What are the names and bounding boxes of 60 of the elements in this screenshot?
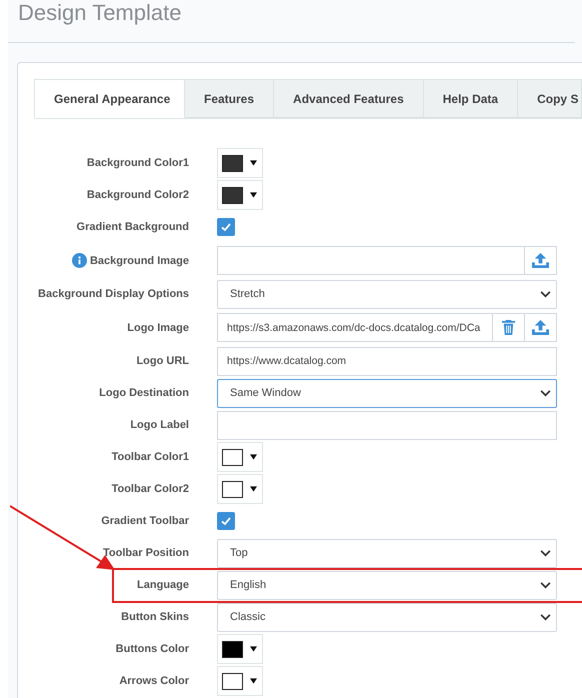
chevron-icon <box>540 290 551 298</box>
color-picker[interactable] <box>217 666 263 696</box>
dropdown[interactable]: Classic <box>217 602 557 632</box>
field-label: Buttons Color <box>116 643 189 655</box>
caret-icon <box>250 646 257 652</box>
trash-icon <box>501 319 516 336</box>
field-label: Logo URL <box>136 355 189 367</box>
field-label: Gradient Toolbar <box>101 515 189 527</box>
upload-icon <box>531 252 550 269</box>
info-icon[interactable] <box>72 253 87 268</box>
dropdown[interactable]: Same Window <box>217 378 557 408</box>
text-field[interactable]: https://www.dcatalog.com <box>217 346 557 376</box>
field-label: Button Skins <box>121 611 189 623</box>
field-label: Gradient Background <box>76 221 189 233</box>
field-label: Toolbar Position <box>103 547 189 559</box>
field-label: Background Display Options <box>38 288 189 300</box>
field-label: Background Color1 <box>86 157 189 169</box>
field-label: Language <box>137 579 189 591</box>
dropdown[interactable]: Top <box>217 538 557 568</box>
field-label: Toolbar Color1 <box>112 451 189 463</box>
check-icon <box>220 515 232 527</box>
text-field[interactable] <box>217 246 525 275</box>
upload-icon <box>531 319 550 336</box>
caret-icon <box>250 192 257 198</box>
dropdown[interactable]: Stretch <box>217 280 557 308</box>
field-label: Logo Label <box>130 419 189 431</box>
caret-icon <box>250 678 257 684</box>
upload-button[interactable] <box>525 246 557 275</box>
text-field[interactable] <box>217 410 557 440</box>
color-picker[interactable] <box>217 442 263 472</box>
color-picker[interactable] <box>217 148 263 178</box>
field-label: Logo Destination <box>99 387 189 399</box>
caret-icon <box>250 160 257 166</box>
field-label: Toolbar Color2 <box>112 483 189 495</box>
caret-icon <box>250 486 257 492</box>
upload-button[interactable] <box>525 313 557 342</box>
field-label: Logo Image <box>127 322 189 334</box>
tab[interactable]: General Appearance <box>34 79 185 118</box>
chevron-icon <box>540 390 551 396</box>
color-picker[interactable] <box>217 634 263 664</box>
delete-button[interactable] <box>493 313 525 342</box>
tab[interactable]: Advanced Features <box>274 79 424 118</box>
check-icon <box>220 221 232 233</box>
text-field[interactable]: https://s3.amazonaws.com/dc-docs.dcatalog.com/DCa <box>217 313 493 342</box>
tab[interactable]: Help Data <box>424 79 518 118</box>
chevron-icon <box>540 614 551 620</box>
tab[interactable]: Copy S <box>518 79 582 118</box>
checkbox[interactable] <box>217 512 235 530</box>
checkbox[interactable] <box>217 218 235 236</box>
field-label: Background Image <box>90 254 189 266</box>
tab[interactable]: Features <box>185 79 274 118</box>
caret-icon <box>250 454 257 460</box>
chevron-icon <box>540 550 551 556</box>
color-picker[interactable] <box>217 474 263 504</box>
color-picker[interactable] <box>217 180 263 210</box>
field-label: Background Color2 <box>86 189 189 201</box>
dropdown[interactable]: English <box>217 570 557 600</box>
field-label: Arrows Color <box>119 675 189 687</box>
page-title: Design Template <box>8 0 575 43</box>
chevron-icon <box>540 582 551 588</box>
